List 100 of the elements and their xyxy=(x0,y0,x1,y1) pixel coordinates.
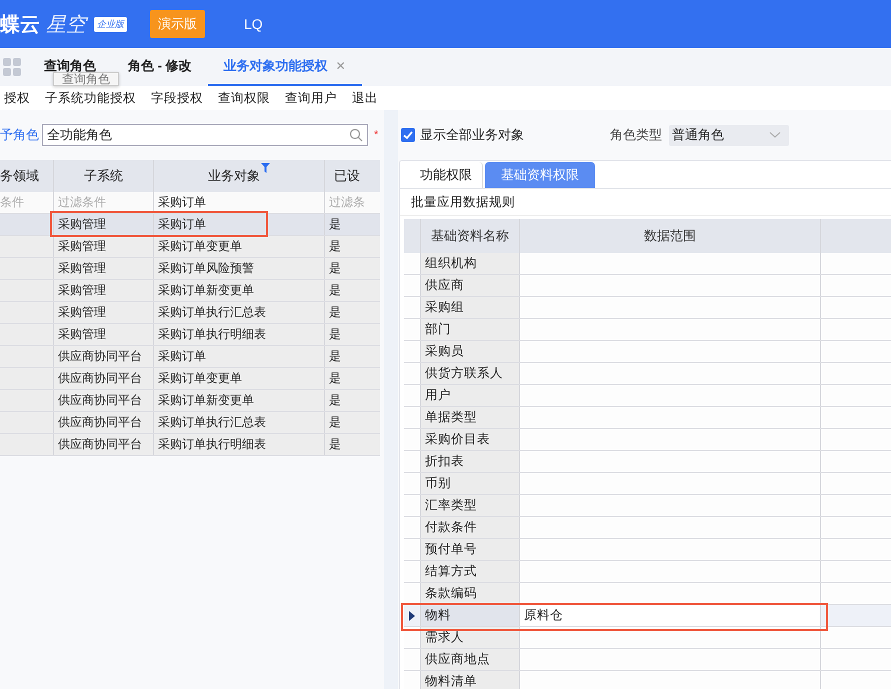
table-cell-text: 是 xyxy=(328,348,342,365)
checkbox[interactable] xyxy=(401,128,415,142)
toolbar-button[interactable]: 授权 xyxy=(0,90,35,106)
toolbar-button[interactable]: 查询用户 xyxy=(281,90,342,106)
table-row[interactable]: 需求人 xyxy=(404,627,891,649)
table-cell: 预付单号 xyxy=(421,539,520,560)
table-row[interactable]: 供应商 xyxy=(404,275,891,297)
table-cell: 单据类型 xyxy=(421,407,520,428)
table-row[interactable]: 采购员 xyxy=(404,341,891,363)
role-type-select[interactable]: 普通角色 xyxy=(669,124,789,146)
table-cell: 原料仓 xyxy=(524,607,563,624)
field-label: 角色类型 xyxy=(610,126,662,144)
toolbar-button[interactable]: 退出 xyxy=(348,90,383,106)
table-cell: 采购订单执行明细表 xyxy=(154,434,325,455)
table-cell: 采购管理 xyxy=(54,280,154,301)
table-cell: 采购订单 xyxy=(154,214,325,235)
table-cell: 采购订单新变更单 xyxy=(154,390,325,411)
table-cell: 结算方式 xyxy=(421,561,520,582)
table-cell: 供应商协同平台 xyxy=(54,434,154,455)
filter-cell[interactable]: 采购订单 xyxy=(154,192,325,213)
show-all-checkbox[interactable]: 显示全部业务对象 xyxy=(401,126,524,144)
table-cell-text: 是 xyxy=(328,392,342,409)
table-row[interactable]: 汇率类型 xyxy=(404,495,891,517)
table-cell: 需求人 xyxy=(421,627,520,648)
table-cell: 供货方联系人 xyxy=(421,363,520,384)
table-cell: 采购订单风险预警 xyxy=(154,258,325,279)
table-row[interactable]: 付款条件 xyxy=(404,517,891,539)
table-row[interactable]: 供应商地点 xyxy=(404,649,891,671)
table-row[interactable]: 组织机构 xyxy=(404,253,891,275)
filter-icon[interactable] xyxy=(261,163,270,173)
toolbar-button[interactable]: 字段授权 xyxy=(147,90,208,106)
app-grid-icon[interactable] xyxy=(3,58,21,76)
table-cell-text: 是 xyxy=(328,238,342,255)
table-cell: 用户 xyxy=(421,385,520,406)
table-cell-text: 是 xyxy=(328,304,342,321)
table-cell-text: 是 xyxy=(328,260,342,277)
table-row[interactable]: 采购价目表 xyxy=(404,429,891,451)
table-cell: 付款条件 xyxy=(421,517,520,538)
table-row[interactable]: 结算方式 xyxy=(404,561,891,583)
table-row[interactable]: 部门 xyxy=(404,319,891,341)
logo: 蝶云 星空 xyxy=(0,10,86,38)
role-field[interactable]: 全功能角色 xyxy=(42,124,368,146)
toolbar-button[interactable]: 子系统功能授权 xyxy=(41,90,141,106)
table-cell: 采购订单执行汇总表 xyxy=(154,302,325,323)
table-cell-text: 是 xyxy=(328,326,342,343)
table-cell-text: 是 xyxy=(328,216,342,233)
table-cell: 币别 xyxy=(421,473,520,494)
table-cell: 条款编码 xyxy=(421,583,520,604)
table-cell: 供应商协同平台 xyxy=(54,368,154,389)
toolbar-button[interactable]: 查询权限 xyxy=(214,90,275,106)
table-cell: 采购订单执行明细表 xyxy=(154,324,325,345)
table-cell: 采购订单变更单 xyxy=(154,368,325,389)
table-row[interactable]: 预付单号 xyxy=(404,539,891,561)
table-cell: 采购组 xyxy=(421,297,520,318)
table-cell-text: 是 xyxy=(328,282,342,299)
table-cell: 采购订单变更单 xyxy=(154,236,325,257)
search-icon[interactable] xyxy=(349,128,363,142)
tooltip: 查询角色 xyxy=(53,72,119,86)
table-row[interactable]: 采购管理 采购订单执行汇总表 是 xyxy=(0,302,380,324)
column-header[interactable]: 已设 xyxy=(325,160,369,192)
row-pointer-icon xyxy=(409,610,415,620)
table-cell: 组织机构 xyxy=(421,253,520,274)
table-cell: 采购管理 xyxy=(54,258,154,279)
table-row[interactable]: 采购管理 采购订单 是 xyxy=(0,214,380,236)
table-cell: 采购管理 xyxy=(54,236,154,257)
table-row[interactable]: 供应商协同平台 采购订单执行汇总表 是 xyxy=(0,412,380,434)
check-icon xyxy=(402,129,414,141)
table-row[interactable]: 供应商协同平台 采购订单新变更单 是 xyxy=(0,390,380,412)
table-row[interactable]: 供应商协同平台 采购订单执行明细表 是 xyxy=(0,434,380,456)
table-cell: 部门 xyxy=(421,319,520,340)
table-row[interactable]: 供应商协同平台 采购订单变更单 是 xyxy=(0,368,380,390)
table-cell: 供应商协同平台 xyxy=(54,346,154,367)
table-cell-text: 是 xyxy=(328,414,342,431)
chevron-down-icon xyxy=(769,131,781,139)
table-cell: 物料 xyxy=(421,605,520,626)
table-cell: 采购订单执行汇总表 xyxy=(154,412,325,433)
table-row[interactable]: 币别 xyxy=(404,473,891,495)
table-cell: 采购员 xyxy=(421,341,520,362)
batch-rule-link[interactable]: 批量应用数据规则 xyxy=(411,194,515,210)
table-row[interactable]: 供应商协同平台 采购订单 是 xyxy=(0,346,380,368)
edition-badge: 企业版 xyxy=(94,16,127,32)
table-row[interactable]: 用户 xyxy=(404,385,891,407)
table-row[interactable]: 单据类型 xyxy=(404,407,891,429)
table-row[interactable]: 供货方联系人 xyxy=(404,363,891,385)
table-row[interactable]: 采购管理 采购订单新变更单 是 xyxy=(0,280,380,302)
table-row[interactable]: 折扣表 xyxy=(404,451,891,473)
permission-tab[interactable]: 功能权限 xyxy=(410,162,483,188)
table-cell: 供应商协同平台 xyxy=(54,390,154,411)
required-mark: * xyxy=(374,129,378,141)
table-cell-text: 是 xyxy=(328,436,342,453)
table-row[interactable]: 采购管理 采购订单变更单 是 xyxy=(0,236,380,258)
table-cell: 供应商协同平台 xyxy=(54,412,154,433)
table-cell: 采购价目表 xyxy=(421,429,520,450)
table-row[interactable]: 采购管理 采购订单风险预警 是 xyxy=(0,258,380,280)
user-name[interactable]: LQ xyxy=(244,16,263,32)
table-cell: 供应商地点 xyxy=(421,649,520,670)
table-row[interactable]: 采购管理 采购订单执行明细表 是 xyxy=(0,324,380,346)
table-row[interactable]: 采购组 xyxy=(404,297,891,319)
table-cell: 汇率类型 xyxy=(421,495,520,516)
field-label: 予角色 xyxy=(0,126,39,144)
